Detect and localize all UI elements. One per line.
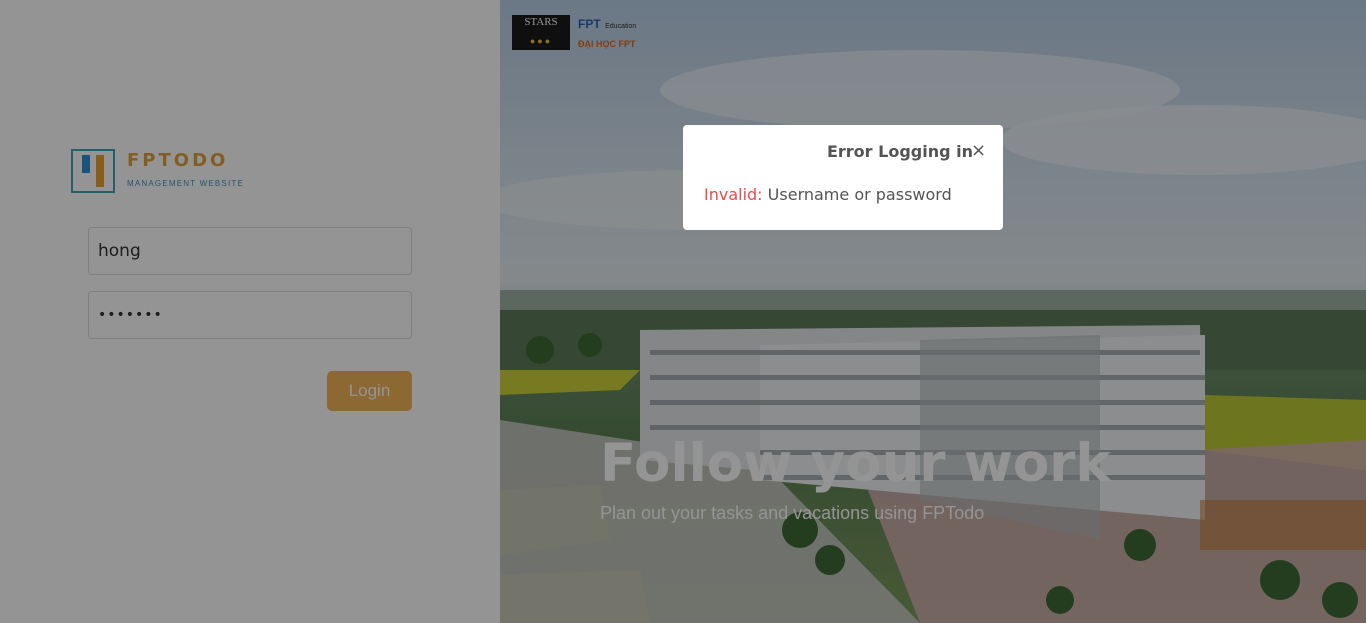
modal-message: Invalid: Username or password [704, 185, 952, 204]
error-label: Invalid: [704, 185, 763, 204]
modal-title: Error Logging in [826, 142, 973, 161]
error-text: Username or password [767, 185, 952, 204]
close-icon[interactable]: × [971, 140, 986, 161]
modal-backdrop[interactable] [0, 0, 1366, 623]
error-modal: Error Logging in × Invalid: Username or … [683, 125, 1003, 230]
